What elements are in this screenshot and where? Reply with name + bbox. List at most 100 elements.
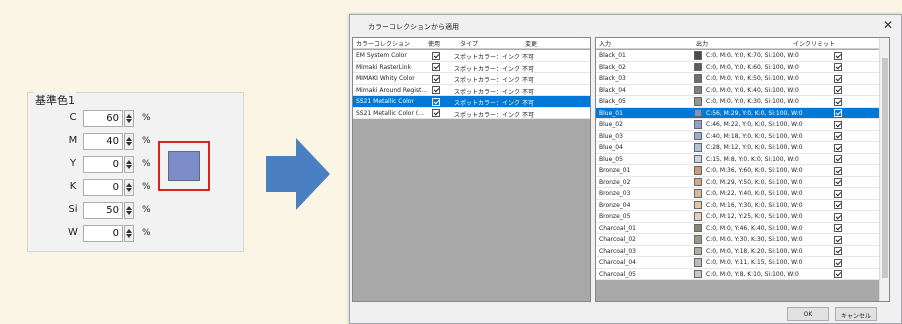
color-row[interactable]: Charcoal_03 C:0, M:0, Y:18, K:20, Si:100,…: [596, 245, 879, 257]
spin-up-icon[interactable]: [126, 160, 132, 164]
header-type[interactable]: タイプ: [460, 39, 478, 48]
spinner[interactable]: [124, 110, 134, 127]
channel-value-input[interactable]: 0: [83, 225, 123, 242]
color-row[interactable]: Blue_01 C:56, M:29, Y:0, K:0, Si:100, W:0: [596, 107, 879, 119]
collection-change: 不可: [522, 65, 535, 73]
ink-limit-checkbox[interactable]: [834, 63, 842, 71]
ink-limit-checkbox[interactable]: [834, 132, 842, 140]
ink-limit-checkbox[interactable]: [834, 201, 842, 209]
use-checkbox[interactable]: [432, 86, 440, 94]
spinner[interactable]: [124, 133, 134, 150]
color-list: 入力 出力 インクリミット Black_01 C:0, M:0, Y:0, K:7…: [595, 37, 890, 302]
color-row[interactable]: Bronze_05 C:0, M:12, Y:25, K:0, Si:100, W…: [596, 211, 879, 223]
color-row[interactable]: Charcoal_02 C:0, M:0, Y:30, K:30, Si:100,…: [596, 234, 879, 246]
header-ink-limit[interactable]: インクリミット: [793, 39, 835, 48]
color-row[interactable]: Blue_02 C:46, M:22, Y:0, K:0, Si:100, W:0: [596, 119, 879, 131]
color-row[interactable]: Bronze_03 C:0, M:22, Y:40, K:0, Si:100, W…: [596, 188, 879, 200]
channel-value-input[interactable]: 0: [83, 179, 123, 196]
ink-limit-checkbox[interactable]: [834, 155, 842, 163]
ink-limit-checkbox[interactable]: [834, 224, 842, 232]
ink-limit-checkbox[interactable]: [834, 86, 842, 94]
ink-limit-checkbox[interactable]: [834, 51, 842, 60]
color-swatch[interactable]: [168, 151, 200, 181]
spin-up-icon[interactable]: [126, 229, 132, 233]
collection-row[interactable]: EM System Color スポットカラー：インク 不可: [353, 50, 590, 62]
color-row[interactable]: Black_05 C:0, M:0, Y:0, K:30, Si:100, W:0: [596, 96, 879, 108]
ink-limit-checkbox[interactable]: [834, 235, 842, 244]
collection-row[interactable]: Mimaki Around Regist... スポットカラー：インク 不可: [353, 84, 590, 96]
ink-limit-checkbox[interactable]: [834, 74, 842, 83]
ink-limit-checkbox[interactable]: [834, 166, 842, 175]
spin-down-icon[interactable]: [126, 211, 132, 215]
collection-row[interactable]: Mimaki RasterLink スポットカラー：インク 不可: [353, 61, 590, 73]
ink-limit-checkbox[interactable]: [834, 258, 842, 267]
ink-limit-checkbox[interactable]: [834, 247, 842, 255]
ink-limit-checkbox[interactable]: [834, 270, 842, 278]
collection-row[interactable]: SS21 Metallic Color スポットカラー：インク 不可: [353, 96, 590, 108]
channel-value-input[interactable]: 40: [83, 133, 123, 150]
spin-up-icon[interactable]: [126, 183, 132, 187]
color-row[interactable]: Blue_04 C:28, M:12, Y:0, K:0, Si:100, W:0: [596, 142, 879, 154]
spinner[interactable]: [124, 225, 134, 242]
scrollbar-thumb[interactable]: [882, 58, 888, 278]
use-checkbox[interactable]: [432, 51, 440, 60]
cancel-button[interactable]: キャンセル: [835, 307, 877, 321]
spin-up-icon[interactable]: [126, 137, 132, 141]
ink-limit-checkbox[interactable]: [834, 178, 842, 186]
color-row[interactable]: Blue_05 C:15, M:8, Y:0, K:0, Si:100, W:0: [596, 153, 879, 165]
ink-limit-checkbox[interactable]: [834, 109, 842, 117]
ink-limit-checkbox[interactable]: [834, 97, 842, 106]
color-row[interactable]: Charcoal_01 C:0, M:0, Y:46, K:40, Si:100,…: [596, 222, 879, 234]
use-checkbox[interactable]: [432, 97, 440, 106]
color-row[interactable]: Bronze_02 C:0, M:29, Y:50, K:0, Si:100, W…: [596, 176, 879, 188]
collection-name: SS21 Metallic Color (...: [356, 109, 424, 117]
ink-limit-checkbox[interactable]: [834, 189, 842, 198]
spin-up-icon[interactable]: [126, 206, 132, 210]
use-checkbox[interactable]: [432, 74, 440, 83]
color-row[interactable]: Black_03 C:0, M:0, Y:0, K:50, Si:100, W:0: [596, 73, 879, 85]
collection-row[interactable]: MIMAKI Whity Color スポットカラー：インク 不可: [353, 73, 590, 85]
output-swatch: [694, 108, 702, 117]
color-row[interactable]: Charcoal_05 C:0, M:0, Y:8, K:10, Si:100, …: [596, 268, 879, 280]
channel-value-input[interactable]: 50: [83, 202, 123, 219]
spin-down-icon[interactable]: [126, 188, 132, 192]
spin-up-icon[interactable]: [126, 114, 132, 118]
spin-down-icon[interactable]: [126, 165, 132, 169]
channel-value-input[interactable]: 0: [83, 156, 123, 173]
use-checkbox[interactable]: [432, 109, 440, 117]
spin-down-icon[interactable]: [126, 142, 132, 146]
color-output: C:28, M:12, Y:0, K:0, Si:100, W:0: [706, 144, 803, 151]
collection-list-header: カラーコレクション 使用 タイプ 変更: [353, 38, 590, 49]
spinner[interactable]: [124, 179, 134, 196]
ok-button[interactable]: OK: [787, 307, 829, 321]
header-output[interactable]: 出力: [696, 39, 708, 48]
header-collection[interactable]: カラーコレクション: [356, 39, 410, 48]
output-swatch: [694, 200, 702, 209]
use-checkbox[interactable]: [432, 63, 440, 71]
color-row[interactable]: Black_01 C:0, M:0, Y:0, K:70, Si:100, W:0: [596, 50, 879, 62]
header-change[interactable]: 変更: [525, 39, 537, 48]
ink-limit-checkbox[interactable]: [834, 143, 842, 152]
color-row[interactable]: Bronze_01 C:0, M:36, Y:60, K:0, Si:100, W…: [596, 165, 879, 177]
ink-limit-checkbox[interactable]: [834, 212, 842, 221]
color-row[interactable]: Black_02 C:0, M:0, Y:0, K:60, Si:100, W:0: [596, 61, 879, 73]
color-output: C:0, M:0, Y:0, K:50, Si:100, W:0: [706, 75, 799, 82]
color-row[interactable]: Black_04 C:0, M:0, Y:0, K:40, Si:100, W:0: [596, 84, 879, 96]
percent-unit: %: [142, 228, 151, 238]
color-row[interactable]: Bronze_04 C:0, M:16, Y:30, K:0, Si:100, W…: [596, 199, 879, 211]
close-icon[interactable]: ✕: [883, 18, 893, 32]
color-input-name: Charcoal_01: [599, 224, 636, 232]
color-row[interactable]: Charcoal_04 C:0, M:0, Y:11, K:15, Si:100,…: [596, 257, 879, 269]
collection-change: 不可: [522, 54, 535, 61]
color-list-scrollbar[interactable]: [879, 38, 889, 301]
header-use[interactable]: 使用: [428, 39, 440, 48]
spin-down-icon[interactable]: [126, 119, 132, 123]
ink-limit-checkbox[interactable]: [834, 120, 842, 129]
color-row[interactable]: Blue_03 C:40, M:18, Y:0, K:0, Si:100, W:0: [596, 130, 879, 142]
spin-down-icon[interactable]: [126, 234, 132, 238]
spinner[interactable]: [124, 156, 134, 173]
spinner[interactable]: [124, 202, 134, 219]
channel-value-input[interactable]: 60: [83, 110, 123, 127]
header-input[interactable]: 入力: [599, 39, 611, 48]
collection-row[interactable]: SS21 Metallic Color (... スポットカラー：インク 不可: [353, 107, 590, 119]
